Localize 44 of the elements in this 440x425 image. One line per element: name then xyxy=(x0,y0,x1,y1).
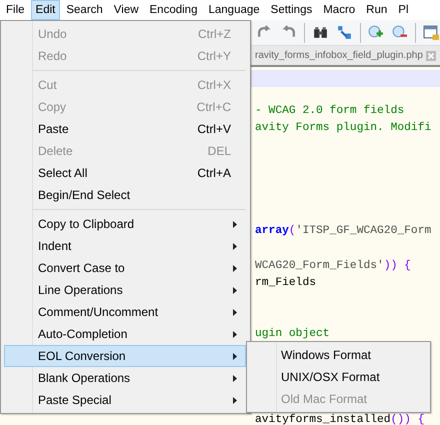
menu-item[interactable]: Auto-Completion xyxy=(4,323,246,345)
menubar-item[interactable]: Search xyxy=(61,0,108,20)
submenu-arrow-icon xyxy=(233,264,237,272)
menu-item[interactable]: Line Operations xyxy=(4,279,246,301)
menubar-item[interactable]: Settings xyxy=(266,0,318,20)
submenu-arrow-icon xyxy=(233,308,237,316)
submenu-arrow-icon xyxy=(233,330,237,338)
menu-item[interactable]: Paste Special xyxy=(4,389,246,411)
submenu-arrow-icon xyxy=(233,396,237,404)
menu-item[interactable]: Blank Operations xyxy=(4,367,246,389)
menu-item[interactable]: Begin/End Select xyxy=(4,184,246,206)
code-line: WCAG20_Form_Fields')) { xyxy=(255,260,411,272)
submenu-arrow-icon xyxy=(233,242,237,250)
menu-item[interactable]: Copy to Clipboard xyxy=(4,213,246,235)
menubar-item[interactable]: Encoding xyxy=(144,0,202,20)
menu-item[interactable]: UNIX/OSX Format xyxy=(247,366,430,388)
menu-item[interactable]: Indent xyxy=(4,235,246,257)
menu-item[interactable]: EOL Conversion xyxy=(4,345,246,367)
menubar-item[interactable]: Pl xyxy=(393,0,414,20)
menu-item[interactable]: Select All Ctrl+A xyxy=(4,162,246,184)
menubar-item[interactable]: File xyxy=(1,0,30,20)
menubar-item[interactable]: Language xyxy=(203,0,265,20)
menu-item[interactable]: Paste Ctrl+V xyxy=(4,118,246,140)
submenu-arrow-icon xyxy=(233,286,237,294)
binoculars-icon[interactable] xyxy=(312,24,329,41)
window-lock-icon[interactable] xyxy=(423,24,440,41)
file-tab[interactable]: ravity_forms_infobox_field_plugin.php xyxy=(255,46,436,65)
submenu-arrow-icon xyxy=(233,374,237,382)
submenu-arrow-icon xyxy=(233,220,237,228)
code-line: avity Forms plugin. Modifi xyxy=(255,123,432,134)
code-line: avityforms_installed()) { xyxy=(255,415,424,425)
menu-item[interactable]: Comment/Uncomment xyxy=(4,301,246,323)
menubar-item[interactable]: Macro xyxy=(318,0,360,20)
code-line: rm_Fields xyxy=(255,278,316,289)
code-line: ugin object xyxy=(255,329,330,340)
menubar-item[interactable]: Run xyxy=(361,0,392,20)
code-line: array('ITSP_GF_WCAG20_Form xyxy=(255,226,432,238)
menubar-item[interactable]: View xyxy=(108,0,144,20)
submenu-arrow-icon xyxy=(233,352,237,360)
menubar-item[interactable]: Edit xyxy=(30,0,60,20)
replace-icon[interactable] xyxy=(336,24,353,41)
code-line: - WCAG 2.0 form fields xyxy=(255,106,404,117)
menu-item[interactable]: Convert Case to xyxy=(4,257,246,279)
menu-item[interactable]: Windows Format xyxy=(247,344,430,366)
